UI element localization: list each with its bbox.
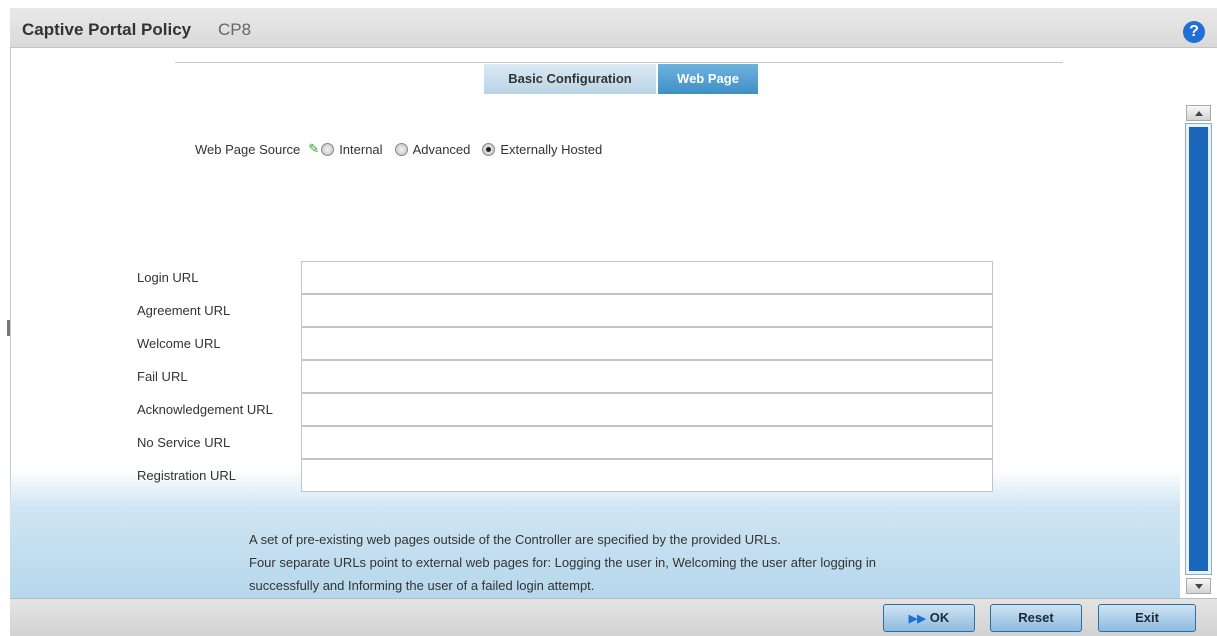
welcome-url-input[interactable] — [301, 327, 993, 360]
help-icon[interactable]: ? — [1183, 21, 1205, 43]
radio-internal[interactable] — [321, 142, 335, 156]
agreement-url-row: Agreement URL — [137, 294, 997, 327]
ok-icon: ▶▶ — [908, 613, 926, 625]
registration-url-input[interactable] — [301, 459, 993, 492]
ok-button[interactable]: ▶▶ OK — [883, 604, 975, 632]
page-title: Captive Portal Policy — [22, 20, 192, 39]
fail-url-input[interactable] — [301, 360, 993, 393]
radio-externally-hosted[interactable] — [482, 142, 496, 156]
radio-advanced-label[interactable]: Advanced — [413, 142, 471, 157]
acknowledgement-url-input[interactable] — [301, 393, 993, 426]
left-edge — [0, 0, 10, 636]
login-url-input[interactable] — [301, 261, 993, 294]
tab-divider — [175, 62, 1063, 63]
scroll-up-button[interactable] — [1186, 105, 1211, 121]
agreement-url-input[interactable] — [301, 294, 993, 327]
login-url-row: Login URL — [137, 261, 997, 294]
scrollbar-thumb[interactable] — [1185, 123, 1212, 575]
fail-url-row: Fail URL — [137, 360, 997, 393]
info-line: A set of pre-existing web pages outside … — [249, 532, 781, 547]
welcome-url-row: Welcome URL — [137, 327, 997, 360]
policy-name: CP8 — [218, 20, 252, 39]
agreement-url-label: Agreement URL — [137, 303, 231, 318]
web-page-source-label: Web Page Source — [195, 141, 301, 157]
fail-url-label: Fail URL — [137, 369, 188, 384]
acknowledgement-url-row: Acknowledgement URL — [137, 393, 997, 426]
info-description: A set of pre-existing web pages outside … — [249, 528, 876, 597]
acknowledgement-url-label: Acknowledgement URL — [137, 402, 273, 417]
no-service-url-row: No Service URL — [137, 426, 997, 459]
no-service-url-input[interactable] — [301, 426, 993, 459]
info-line: successfully and Informing the user of a… — [249, 578, 595, 593]
tab-basic-configuration[interactable]: Basic Configuration — [484, 64, 656, 94]
scroll-down-button[interactable] — [1186, 578, 1211, 594]
radio-advanced[interactable] — [394, 142, 408, 156]
exit-button[interactable]: Exit — [1098, 604, 1196, 632]
radio-internal-label[interactable]: Internal — [339, 142, 382, 157]
title-bar: Captive Portal Policy CP8 ? — [10, 8, 1217, 48]
radio-externally-hosted-label[interactable]: Externally Hosted — [500, 142, 602, 157]
registration-url-row: Registration URL — [137, 459, 997, 492]
info-line: Four separate URLs point to external web… — [249, 555, 877, 570]
login-url-label: Login URL — [137, 270, 199, 285]
registration-url-label: Registration URL — [137, 468, 236, 483]
welcome-url-label: Welcome URL — [137, 336, 221, 351]
pencil-icon: ✎ — [308, 141, 320, 156]
no-service-url-label: No Service URL — [137, 435, 231, 450]
web-page-source-row: Web Page Source ✎ Internal Advanced Exte… — [195, 139, 614, 159]
reset-button[interactable]: Reset — [990, 604, 1082, 632]
ok-label: OK — [929, 610, 950, 625]
tab-web-page[interactable]: Web Page — [658, 64, 758, 94]
